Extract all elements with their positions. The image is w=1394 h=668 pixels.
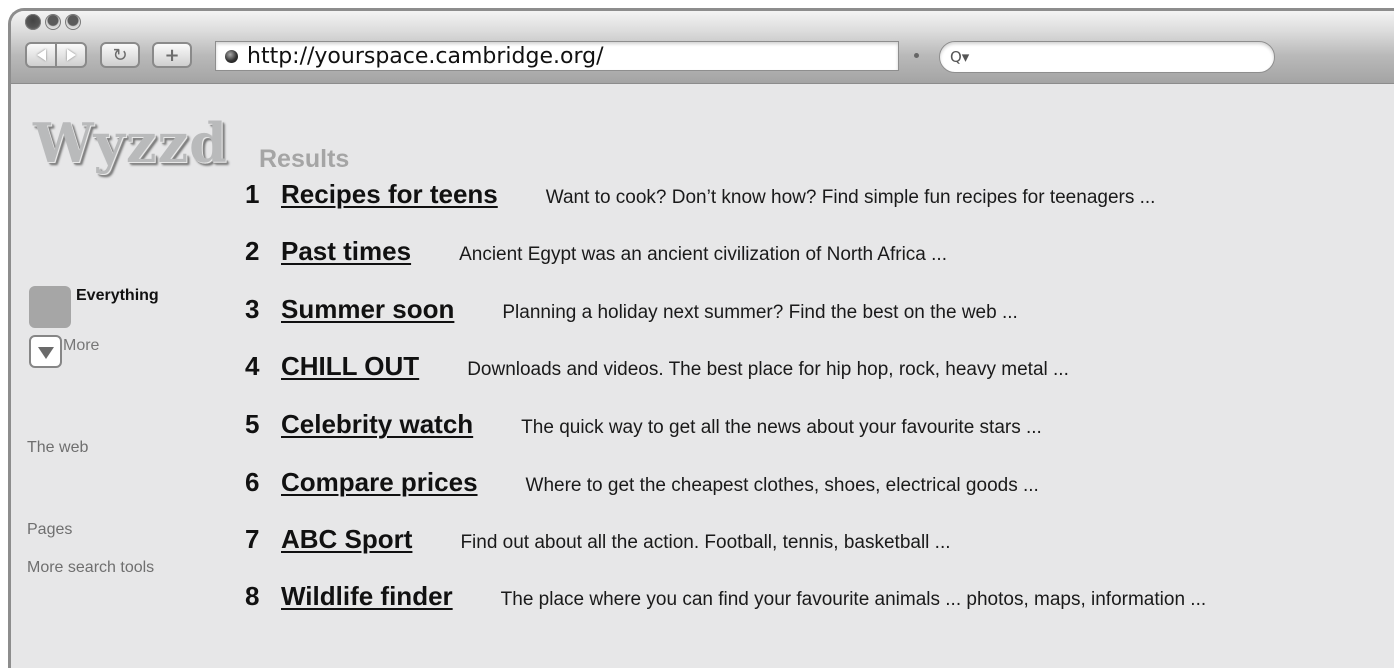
- new-tab-button[interactable]: +: [152, 42, 192, 68]
- sidebar-item-pages[interactable]: Pages: [27, 521, 72, 539]
- result-item-8: 8 Wildlife finder The place where you ca…: [245, 581, 1206, 612]
- url-text[interactable]: http://yourspace.cambridge.org/: [247, 44, 603, 69]
- forward-arrow-icon: [66, 49, 76, 61]
- result-description: The place where you can find your favour…: [500, 589, 1207, 610]
- result-description: Ancient Egypt was an ancient civilizatio…: [459, 244, 947, 265]
- browser-window: ↻ + http://yourspace.cambridge.org/ Q▾ W…: [8, 8, 1394, 668]
- result-description: Find out about all the action. Football,…: [460, 532, 951, 553]
- result-link[interactable]: ABC Sport: [281, 524, 412, 555]
- result-number: 7: [245, 524, 260, 554]
- site-logo: Wyzzd: [33, 111, 228, 175]
- reload-icon: ↻: [112, 44, 128, 66]
- search-icon[interactable]: Q▾: [950, 48, 969, 66]
- result-number: 2: [245, 236, 260, 266]
- search-input[interactable]: Q▾: [939, 41, 1275, 73]
- result-number: 3: [245, 294, 260, 324]
- toolbar-separator: [914, 53, 919, 58]
- result-number: 1: [245, 179, 260, 209]
- address-bar[interactable]: http://yourspace.cambridge.org/: [215, 41, 899, 71]
- result-item-7: 7 ABC Sport Find out about all the actio…: [245, 524, 951, 555]
- browser-toolbar: ↻ + http://yourspace.cambridge.org/ Q▾: [11, 11, 1394, 84]
- reload-button[interactable]: ↻: [100, 42, 140, 68]
- result-link[interactable]: Summer soon: [281, 294, 454, 325]
- back-forward-buttons: [25, 42, 87, 68]
- zoom-window-icon[interactable]: [65, 14, 81, 30]
- everything-icon[interactable]: [29, 286, 71, 328]
- result-item-2: 2 Past times Ancient Egypt was an ancien…: [245, 236, 947, 267]
- forward-button[interactable]: [57, 44, 85, 66]
- result-number: 5: [245, 409, 260, 439]
- result-number: 6: [245, 467, 260, 497]
- result-item-5: 5 Celebrity watch The quick way to get a…: [245, 409, 1042, 440]
- result-item-6: 6 Compare prices Where to get the cheape…: [245, 467, 1039, 498]
- result-description: Planning a holiday next summer? Find the…: [502, 302, 1018, 323]
- sidebar-item-everything[interactable]: Everything: [76, 287, 159, 305]
- chevron-down-icon: [37, 347, 54, 359]
- result-item-3: 3 Summer soon Planning a holiday next su…: [245, 294, 1018, 325]
- close-window-icon[interactable]: [25, 14, 41, 30]
- minimize-window-icon[interactable]: [45, 14, 61, 30]
- plus-icon: +: [164, 44, 180, 66]
- page-content: Wyzzd Results Everything More The web Pa…: [11, 84, 1394, 668]
- result-link[interactable]: Compare prices: [281, 467, 478, 498]
- results-heading: Results: [259, 145, 350, 173]
- sidebar-item-more-search-tools[interactable]: More search tools: [27, 559, 154, 577]
- result-description: The quick way to get all the news about …: [521, 417, 1042, 438]
- back-arrow-icon: [36, 49, 46, 61]
- back-button[interactable]: [27, 44, 55, 66]
- result-description: Want to cook? Don’t know how? Find simpl…: [545, 187, 1156, 208]
- result-item-1: 1 Recipes for teens Want to cook? Don’t …: [245, 179, 1155, 210]
- sidebar-item-the-web[interactable]: The web: [27, 439, 88, 457]
- result-number: 8: [245, 581, 260, 611]
- result-link[interactable]: CHILL OUT: [281, 351, 419, 382]
- result-link[interactable]: Recipes for teens: [281, 179, 498, 210]
- result-link[interactable]: Past times: [281, 236, 411, 267]
- result-number: 4: [245, 351, 260, 381]
- result-item-4: 4 CHILL OUT Downloads and videos. The be…: [245, 351, 1069, 382]
- sidebar-item-more[interactable]: More: [63, 337, 99, 355]
- result-description: Downloads and videos. The best place for…: [467, 359, 1069, 380]
- result-link[interactable]: Wildlife finder: [281, 581, 453, 612]
- site-icon: [225, 49, 238, 63]
- more-button[interactable]: [29, 335, 62, 368]
- result-link[interactable]: Celebrity watch: [281, 409, 473, 440]
- result-description: Where to get the cheapest clothes, shoes…: [525, 475, 1039, 496]
